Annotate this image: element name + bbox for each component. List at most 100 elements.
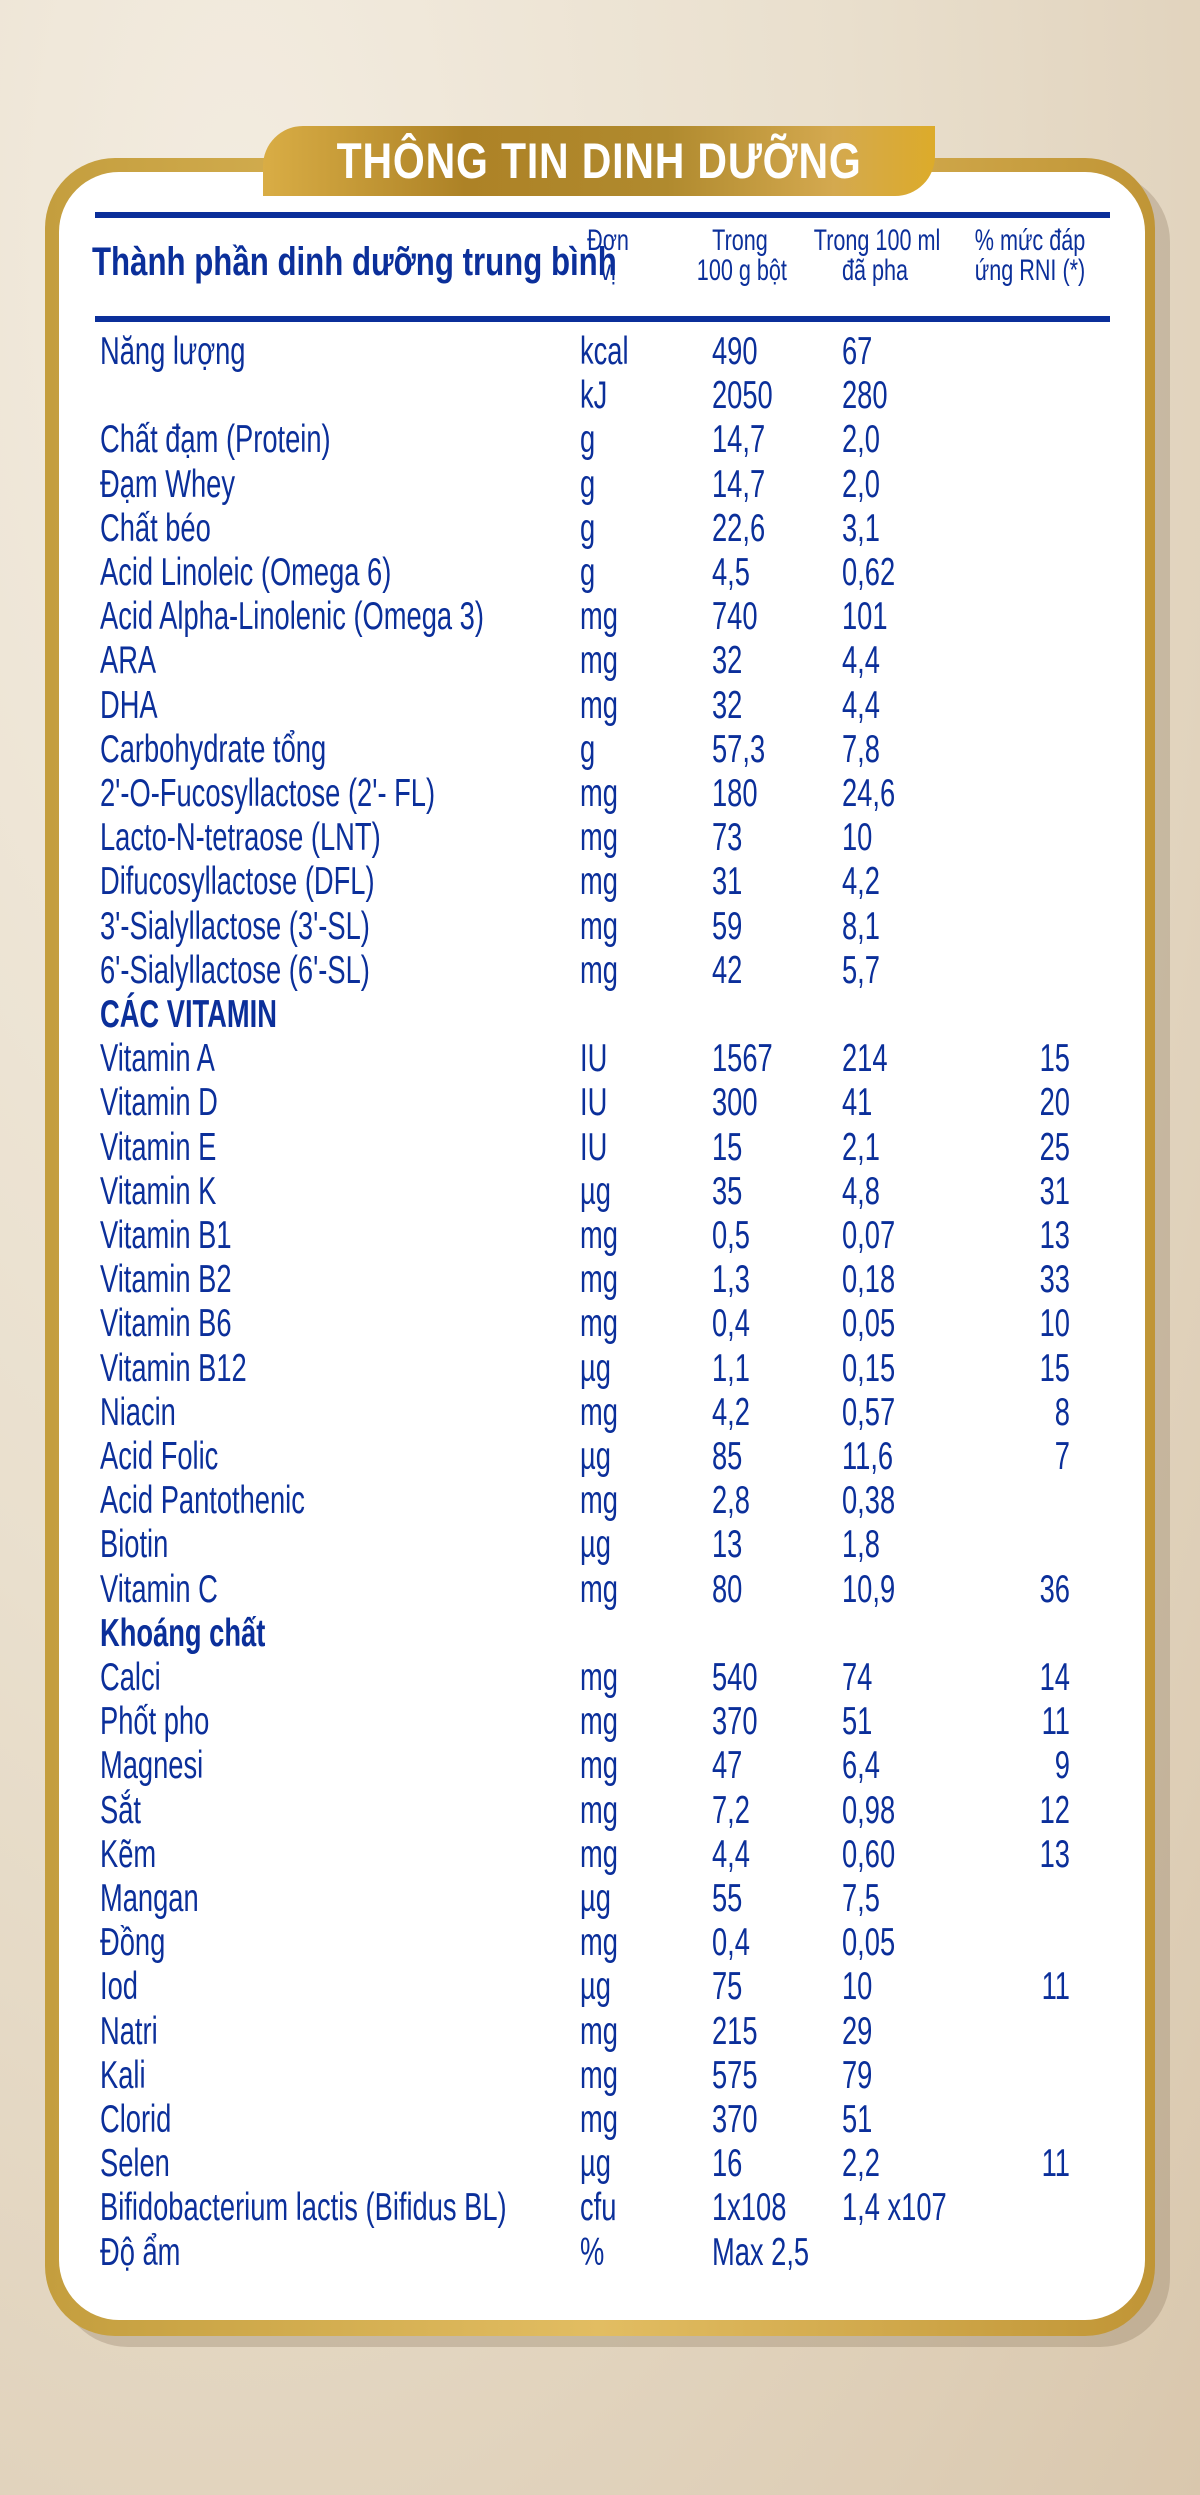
cell-ml: 0,62 [842,551,896,594]
cell-name: Phốt pho [100,1700,210,1744]
cell-name: 3'-Sialyllactose (3'-SL) [100,904,370,948]
header-unit-line1: Đơn [587,224,629,257]
cell-name: Acid Linoleic (Omega 6) [100,551,392,594]
cell-g: 85 [712,1435,743,1478]
table-row: 6'-Sialyllactose (6'-SL) mg 42 5,7 [0,949,1200,993]
cell-name: Vitamin B6 [100,1302,232,1346]
table-row: Acid Linoleic (Omega 6) g 4,5 0,62 [0,551,1200,595]
cell-unit: IU [580,1125,608,1169]
table-row: Vitamin C mg 80 10,9 36 [0,1568,1200,1612]
cell-rni: 11 [1041,1965,1070,2009]
cell-unit: µg [580,1435,611,1478]
cell-name: Vitamin D [100,1081,218,1125]
cell-unit: mg [580,1479,618,1523]
cell-ml: 4,2 [842,860,880,904]
cell-rni: 13 [1039,1214,1070,1257]
cell-name: CÁC VITAMIN [100,993,277,1036]
table-row: 2'-O-Fucosyllactose (2'- FL) mg 180 24,6 [0,772,1200,816]
cell-ml: 4,8 [842,1169,880,1213]
cell-rni: 10 [1039,1302,1070,1346]
header-rni-line1: % mức đáp [974,224,1086,257]
cell-unit: µg [580,2142,611,2186]
table-row: Acid Pantothenic mg 2,8 0,38 [0,1479,1200,1523]
cell-g: 2050 [712,374,773,418]
table-row: Clorid mg 370 51 [0,2098,1200,2142]
cell-name: Vitamin E [100,1125,217,1169]
cell-g: 4,2 [712,1390,750,1434]
table-row: Năng lượng kcal 490 67 [0,330,1200,374]
cell-name: Vitamin K [100,1169,217,1213]
cell-unit: mg [580,1744,618,1788]
cell-ml: 5,7 [842,948,880,992]
cell-unit: mg [580,2098,618,2141]
cell-g: 300 [712,1081,758,1125]
table-row: kJ 2050 280 [0,374,1200,418]
table-row: Iod µg 75 10 11 [0,1965,1200,2009]
header-top-rule [95,212,1110,218]
cell-g: 1567 [712,1037,773,1081]
cell-ml: 6,4 [842,1744,880,1788]
cell-g: 540 [712,1656,758,1699]
cell-name: Vitamin C [100,1567,218,1611]
table-row: Difucosyllactose (DFL) mg 31 4,2 [0,860,1200,904]
cell-ml: 1,8 [842,1523,880,1567]
cell-unit: mg [580,948,618,992]
cell-ml: 41 [842,1081,873,1125]
cell-name: Calci [100,1656,161,1699]
table-row: Biotin µg 13 1,8 [0,1523,1200,1567]
cell-ml: 79 [842,2053,873,2097]
header-per-100g-line1: Trong [712,224,768,257]
cell-unit: g [580,506,596,550]
cell-ml: 24,6 [842,772,896,815]
cell-g: 1x108 [712,2186,787,2230]
cell-ml: 0,15 [842,1346,896,1390]
cell-name: Vitamin A [100,1037,215,1081]
section-header-row: CÁC VITAMIN [0,993,1200,1037]
cell-rni: 13 [1039,1832,1070,1876]
cell-ml: 214 [842,1037,888,1081]
cell-g: 370 [712,2098,758,2141]
cell-unit: mg [580,860,618,904]
header-name: Thành phần dinh dưỡng trung bình [92,240,617,284]
table-row: Vitamin B6 mg 0,4 0,05 10 [0,1302,1200,1346]
cell-name: ARA [100,639,157,683]
cell-ml: 0,05 [842,1921,896,1965]
table-row: Vitamin B1 mg 0,5 0,07 13 [0,1214,1200,1258]
cell-g: 4,5 [712,551,750,594]
cell-rni: 36 [1039,1567,1070,1611]
cell-name: DHA [100,683,158,727]
cell-unit: mg [580,904,618,948]
cell-unit: µg [580,1346,611,1390]
cell-g: 740 [712,595,758,639]
table-row: Selen µg 16 2,2 11 [0,2142,1200,2186]
cell-rni: 8 [1054,1390,1070,1434]
cell-g: 1,3 [712,1258,750,1302]
table-row: 3'-Sialyllactose (3'-SL) mg 59 8,1 [0,905,1200,949]
cell-ml: 51 [842,2098,873,2141]
cell-name: Vitamin B12 [100,1346,247,1390]
cell-name: Niacin [100,1390,176,1434]
cell-unit: mg [580,1258,618,1302]
cell-unit: g [580,551,596,594]
header-unit: Đơn vị [586,226,629,286]
cell-name: Vitamin B1 [100,1214,232,1257]
cell-g: 0,5 [712,1214,750,1257]
cell-unit: µg [580,1965,611,2009]
table-row: Niacin mg 4,2 0,57 8 [0,1391,1200,1435]
cell-rni: 15 [1039,1037,1070,1081]
cell-ml: 101 [842,595,888,639]
cell-rni: 15 [1039,1346,1070,1390]
cell-name: Năng lượng [100,330,246,373]
cell-ml: 7,5 [842,1877,880,1920]
cell-ml: 7,8 [842,727,880,771]
cell-name: Acid Pantothenic [100,1479,305,1523]
cell-g: 22,6 [712,506,766,550]
table-row: Đồng mg 0,4 0,05 [0,1921,1200,1965]
header-rni: % mức đáp ứng RNI (*) [972,226,1087,286]
cell-g: 370 [712,1700,758,1744]
cell-g: Max 2,5 [712,2230,810,2274]
cell-g: 32 [712,639,743,683]
table-row: Lacto-N-tetraose (LNT) mg 73 10 [0,816,1200,860]
cell-rni: 11 [1041,1700,1070,1744]
cell-g: 575 [712,2053,758,2097]
